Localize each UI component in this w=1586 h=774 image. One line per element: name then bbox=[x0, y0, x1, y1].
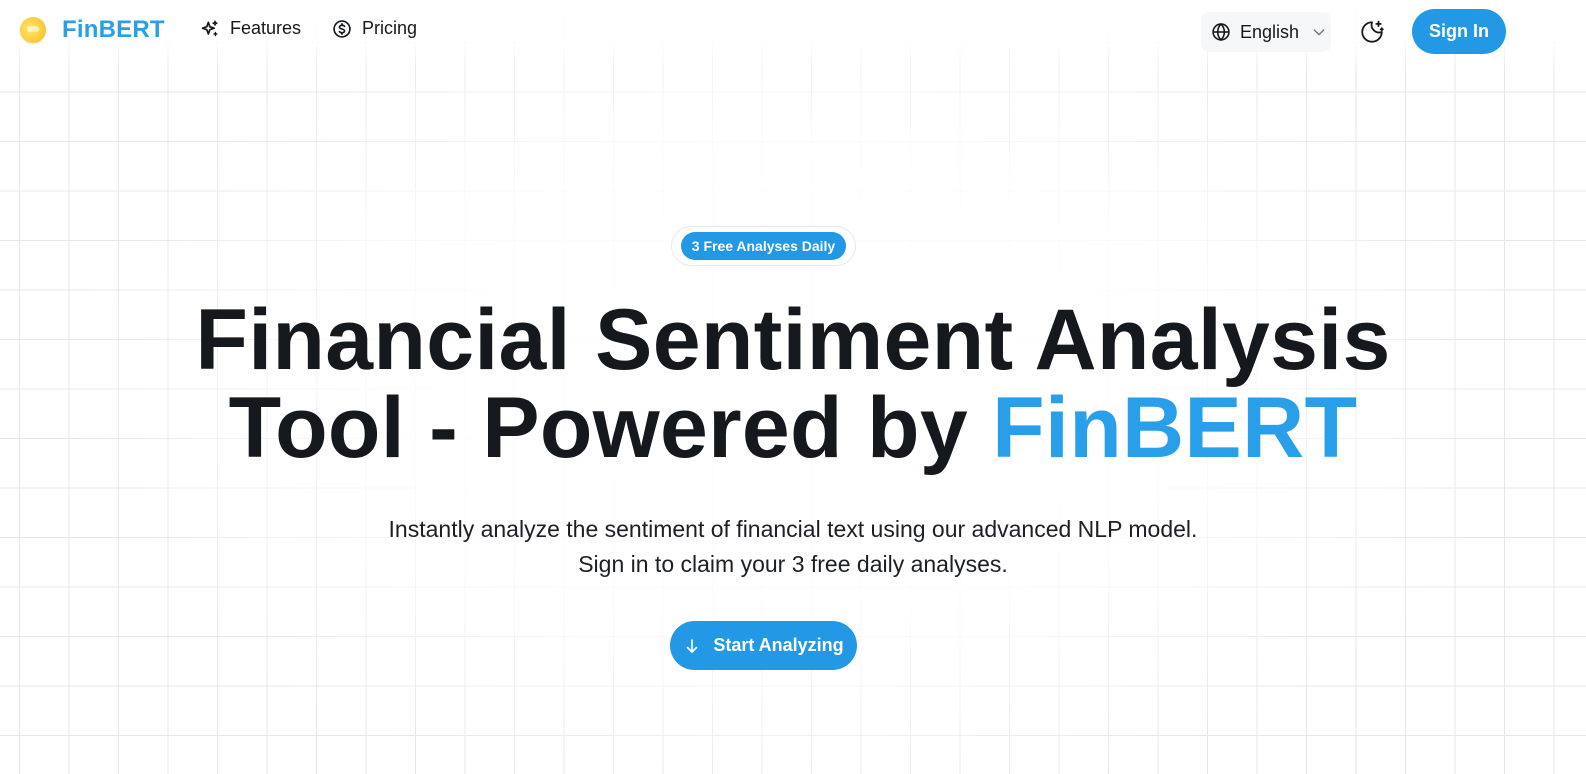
language-label: English bbox=[1240, 21, 1300, 42]
hero-subtitle: Instantly analyze the sentiment of finan… bbox=[0, 512, 1586, 582]
hero-title-line2-prefix: Tool - Powered by bbox=[228, 380, 993, 476]
language-select[interactable]: English bbox=[1201, 12, 1331, 52]
brand-link[interactable]: FinBERT bbox=[20, 16, 165, 44]
hero-subtitle-line2: Sign in to claim your 3 free daily analy… bbox=[578, 551, 1008, 577]
coin-logo-icon bbox=[20, 17, 46, 43]
dollar-circle-icon bbox=[332, 19, 352, 39]
sparkles-icon bbox=[200, 19, 220, 39]
top-navigation: FinBERT Features Pricing English Sign In bbox=[0, 0, 1586, 64]
nav-link-features[interactable]: Features bbox=[200, 18, 301, 39]
cta-label: Start Analyzing bbox=[713, 635, 844, 655]
brand-name: FinBERT bbox=[62, 16, 165, 43]
moon-stars-icon bbox=[1359, 19, 1385, 45]
theme-toggle[interactable] bbox=[1355, 15, 1389, 49]
promo-badge: 3 Free Analyses Daily bbox=[680, 232, 847, 260]
sign-in-button[interactable]: Sign In bbox=[1412, 9, 1506, 54]
promo-badge-container: 3 Free Analyses Daily bbox=[671, 226, 856, 266]
nav-link-label: Features bbox=[230, 18, 302, 38]
hero-title-line1: Financial Sentiment Analysis bbox=[195, 292, 1391, 388]
chevron-down-icon bbox=[1311, 24, 1327, 40]
globe-icon bbox=[1211, 22, 1231, 42]
nav-link-pricing[interactable]: Pricing bbox=[332, 18, 417, 39]
nav-link-label: Pricing bbox=[362, 18, 418, 38]
hero-title: Financial Sentiment Analysis Tool - Power… bbox=[0, 296, 1586, 472]
arrow-down-icon bbox=[683, 637, 701, 655]
hero-title-highlight: FinBERT bbox=[992, 380, 1358, 476]
start-analyzing-button[interactable]: Start Analyzing bbox=[670, 621, 857, 670]
hero-subtitle-line1: Instantly analyze the sentiment of finan… bbox=[388, 516, 1198, 542]
